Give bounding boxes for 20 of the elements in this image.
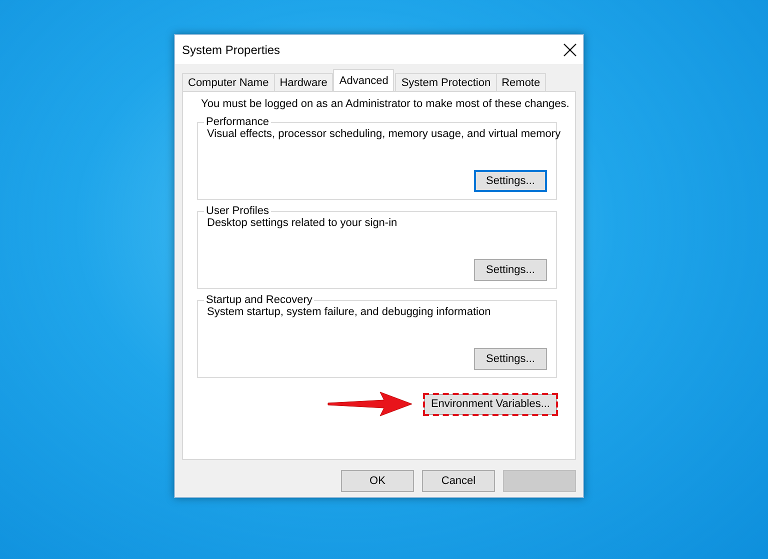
group-title: User Profiles [205,205,270,217]
tab[interactable]: Computer Name [182,73,275,91]
settings-button[interactable]: Settings... [474,348,547,370]
tab[interactable]: Hardware [274,73,334,91]
group-title: Startup and Recovery [205,294,314,306]
notice-text: You must be logged on as an Administrator to make most of these changes. [201,98,570,110]
group-title: Performance [205,116,270,128]
group-description: System startup, system failure, and debugging information [207,306,491,318]
settings-button[interactable]: Settings... [474,259,547,281]
group-description: Desktop settings related to your sign-in [207,217,398,229]
tab[interactable]: Remote [496,73,546,91]
dialog-button[interactable]: OK [341,470,414,492]
tab[interactable]: Advanced [333,69,394,91]
tab[interactable]: System Protection [395,73,497,91]
environment-variables-button[interactable]: Environment Variables... [424,394,557,414]
close-icon[interactable] [563,42,577,56]
settings-button[interactable]: Settings... [474,170,547,192]
window-title: System Properties [182,42,280,56]
dialog-button[interactable]: Cancel [422,470,495,492]
group-description: Visual effects, processor scheduling, memory usage, and virtual memory [207,128,561,140]
